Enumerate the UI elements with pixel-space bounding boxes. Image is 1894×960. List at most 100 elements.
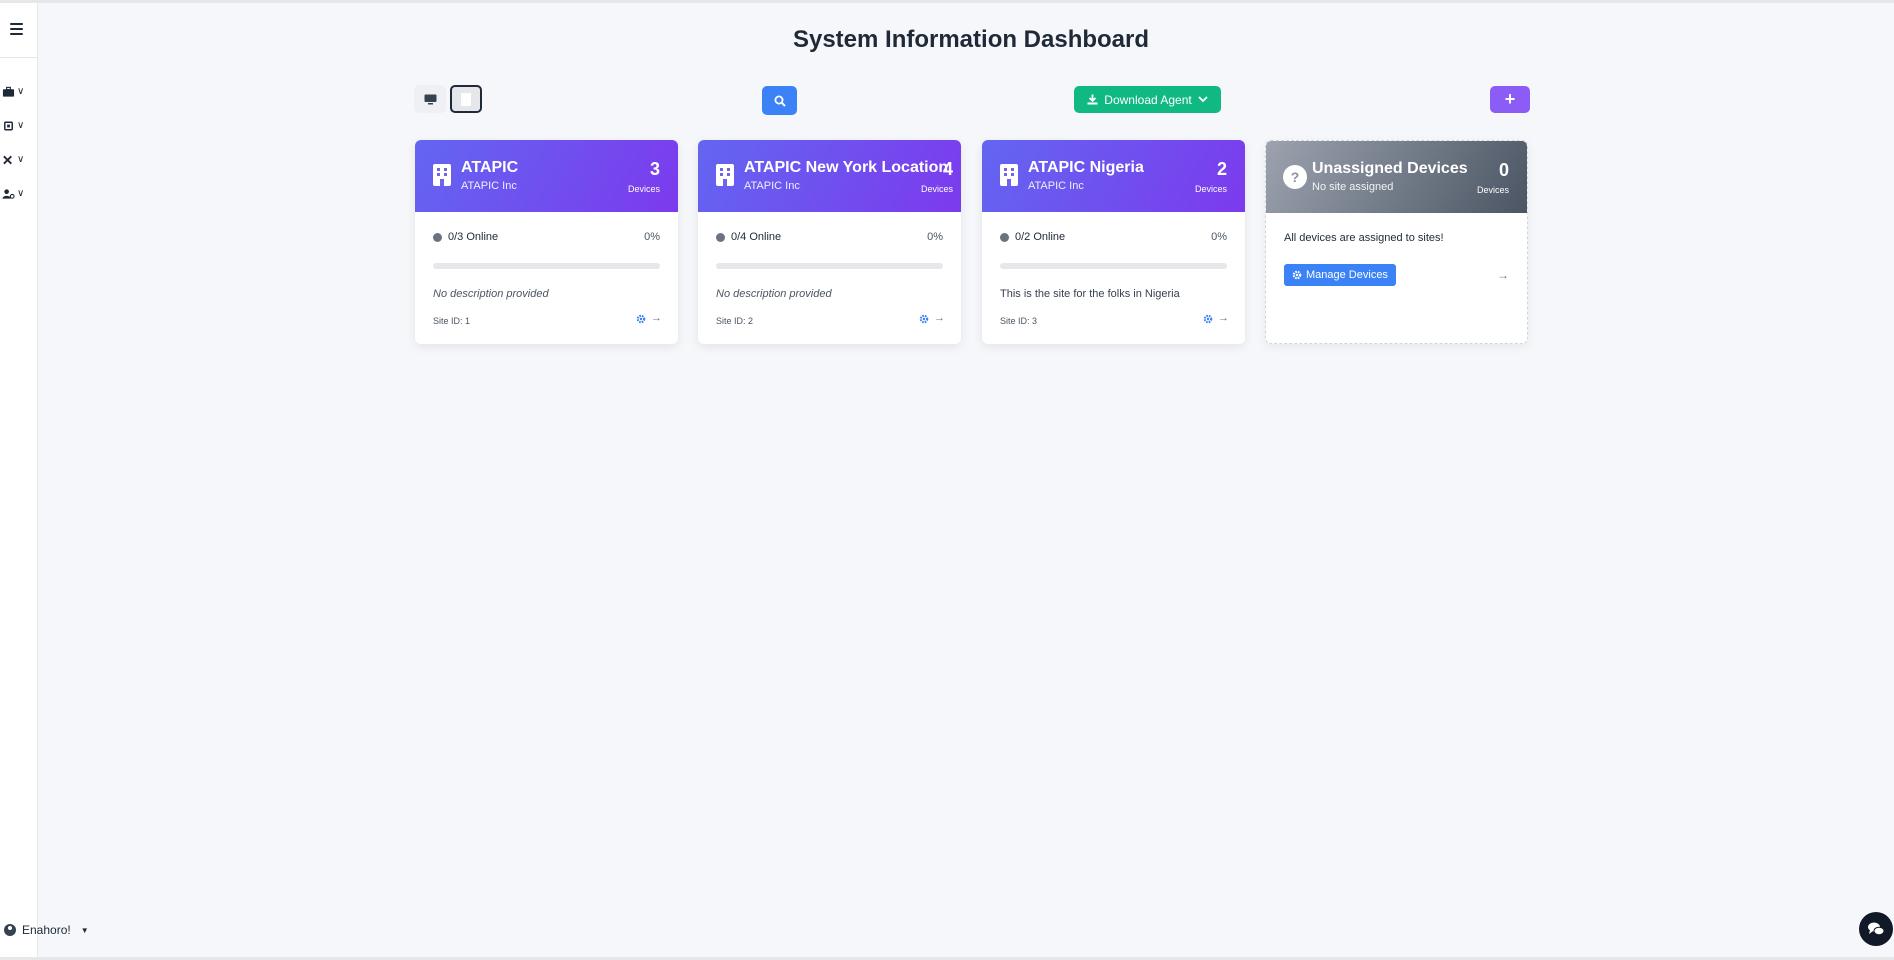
online-percent: 0% xyxy=(927,231,943,243)
site-card-body: 0/4 Online 0% No description provided Si… xyxy=(698,212,961,344)
chevron-down-icon: ∨ xyxy=(17,188,25,199)
sidebar-item-user-settings[interactable]: ∨ xyxy=(2,185,32,203)
building-icon xyxy=(461,92,471,106)
building-view-button[interactable] xyxy=(450,85,482,113)
online-count: 0/2 Online xyxy=(1015,231,1066,243)
download-icon xyxy=(1087,94,1098,105)
device-count: 2 xyxy=(1216,159,1227,179)
site-card[interactable]: ATAPIC Nigeria ATAPIC Inc 2 Devices 0/2 … xyxy=(982,140,1245,344)
site-name: ATAPIC New York Location xyxy=(744,159,949,176)
chat-bubbles-icon xyxy=(1868,922,1885,936)
online-count: 0/4 Online xyxy=(731,231,782,243)
arrow-right-icon[interactable]: → xyxy=(651,313,662,324)
gear-icon[interactable] xyxy=(919,314,929,324)
devices-label: Devices xyxy=(920,184,953,194)
site-description: No description provided xyxy=(716,288,832,300)
online-status-row: 0/3 Online 0% xyxy=(433,231,660,243)
unassigned-subtitle: No site assigned xyxy=(1312,181,1394,193)
online-progress-bar xyxy=(716,263,943,269)
site-card[interactable]: ATAPIC New York Location ATAPIC Inc 4 De… xyxy=(698,140,961,344)
search-button[interactable] xyxy=(762,86,797,115)
online-progress-bar xyxy=(1000,263,1227,269)
site-id: Site ID: 1 xyxy=(433,316,471,326)
chevron-down-icon: ∨ xyxy=(17,154,25,165)
status-dot-icon xyxy=(716,232,725,242)
building-icon xyxy=(1000,164,1018,186)
sidebar-item-chip[interactable]: ∨ xyxy=(2,117,32,135)
user-gear-icon xyxy=(2,189,15,199)
view-toggle xyxy=(414,85,482,113)
online-status-row: 0/4 Online 0% xyxy=(716,231,943,243)
tools-icon xyxy=(3,155,12,165)
caret-down-icon: ▼ xyxy=(80,925,89,935)
user-name: Enahoro! xyxy=(22,923,71,937)
chat-button[interactable] xyxy=(1859,912,1893,946)
desktop-icon xyxy=(424,94,436,104)
site-name: ATAPIC xyxy=(461,159,519,176)
gear-icon xyxy=(1292,270,1302,280)
card-actions: → xyxy=(1203,313,1229,324)
chevron-down-icon: ∨ xyxy=(17,86,25,97)
building-icon xyxy=(716,164,734,186)
site-id: Site ID: 3 xyxy=(1000,316,1038,326)
user-circle-icon xyxy=(4,924,16,936)
devices-label: Devices xyxy=(1476,185,1509,195)
chevron-down-icon: ∨ xyxy=(17,120,25,131)
user-menu[interactable]: Enahoro! ▼ xyxy=(4,923,89,937)
arrow-right-icon[interactable]: → xyxy=(1218,313,1229,324)
card-actions: → xyxy=(919,313,945,324)
question-icon: ? xyxy=(1283,165,1307,189)
site-card-body: 0/3 Online 0% No description provided Si… xyxy=(415,212,678,344)
page-title: System Information Dashboard xyxy=(792,26,1150,53)
briefcase-icon xyxy=(2,86,15,97)
site-company: ATAPIC Inc xyxy=(461,180,517,192)
gear-icon[interactable] xyxy=(636,314,646,324)
sidebar: ∨ ∨ ∨ ∨ Enahoro! ▼ xyxy=(0,3,89,957)
unassigned-devices-card[interactable]: ? Unassigned Devices No site assigned 0 … xyxy=(1265,140,1528,344)
site-card[interactable]: ATAPIC ATAPIC Inc 3 Devices 0/3 Online 0… xyxy=(415,140,678,344)
arrow-right-icon[interactable]: → xyxy=(934,313,945,324)
add-site-button[interactable]: + xyxy=(1490,86,1530,113)
manage-devices-button[interactable]: Manage Devices xyxy=(1284,264,1396,286)
status-dot-icon xyxy=(1000,232,1009,242)
devices-label: Devices xyxy=(627,184,660,194)
site-company: ATAPIC Inc xyxy=(744,180,800,192)
desktop-view-button[interactable] xyxy=(414,85,446,113)
chip-icon xyxy=(4,121,13,131)
gear-icon[interactable] xyxy=(1203,314,1213,324)
online-status-row: 0/2 Online 0% xyxy=(1000,231,1227,243)
download-agent-label: Download Agent xyxy=(1104,92,1192,107)
unassigned-card-body: All devices are assigned to sites! Manag… xyxy=(1266,213,1527,343)
download-agent-button[interactable]: Download Agent xyxy=(1074,86,1221,113)
chevron-down-icon xyxy=(1198,96,1208,103)
site-card-body: 0/2 Online 0% This is the site for the f… xyxy=(982,212,1245,344)
site-card-header: ATAPIC ATAPIC Inc 3 Devices xyxy=(415,140,678,212)
card-actions: → xyxy=(636,313,662,324)
site-card-header: ATAPIC Nigeria ATAPIC Inc 2 Devices xyxy=(982,140,1245,212)
manage-devices-label: Manage Devices xyxy=(1306,269,1388,281)
online-percent: 0% xyxy=(1211,231,1227,243)
devices-label: Devices xyxy=(1194,184,1227,194)
device-count: 4 xyxy=(942,159,953,179)
sidebar-item-briefcase[interactable]: ∨ xyxy=(2,83,32,101)
unassigned-count: 0 xyxy=(1498,160,1509,180)
online-count: 0/3 Online xyxy=(448,231,499,243)
site-card-header: ATAPIC New York Location ATAPIC Inc 4 De… xyxy=(698,140,961,212)
site-name: ATAPIC Nigeria xyxy=(1028,159,1144,176)
site-description: No description provided xyxy=(433,288,549,300)
online-percent: 0% xyxy=(644,231,660,243)
unassigned-title: Unassigned Devices xyxy=(1312,160,1468,177)
device-count: 3 xyxy=(649,159,660,179)
sidebar-item-tools[interactable]: ∨ xyxy=(2,151,32,169)
unassigned-message: All devices are assigned to sites! xyxy=(1284,232,1444,244)
site-description: This is the site for the folks in Nigeri… xyxy=(1000,288,1180,300)
status-dot-icon xyxy=(433,232,442,242)
site-company: ATAPIC Inc xyxy=(1028,180,1084,192)
sidebar-divider xyxy=(0,57,37,58)
search-icon xyxy=(774,95,786,107)
unassigned-card-header: ? Unassigned Devices No site assigned 0 … xyxy=(1266,141,1527,213)
site-id: Site ID: 2 xyxy=(716,316,754,326)
online-progress-bar xyxy=(433,263,660,269)
top-border xyxy=(0,0,1894,3)
arrow-right-icon[interactable]: → xyxy=(1497,268,1509,282)
